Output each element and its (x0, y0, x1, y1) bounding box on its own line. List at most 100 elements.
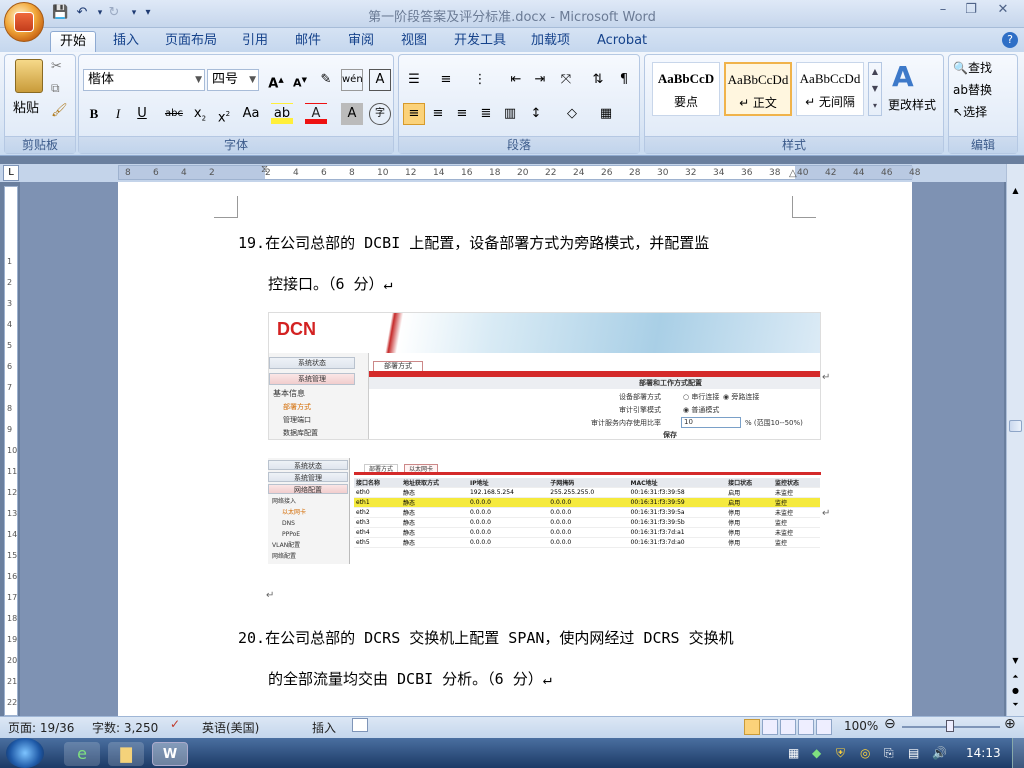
subscript-icon[interactable]: x2 (189, 103, 211, 125)
find-button[interactable]: 🔍查找 (953, 59, 992, 76)
shading-icon[interactable]: ◇ (561, 103, 583, 125)
macro-record-icon[interactable] (352, 718, 368, 732)
italic-icon[interactable]: I (107, 103, 129, 125)
browse-object-icon[interactable]: ● (1009, 686, 1022, 699)
word-taskbar-icon[interactable]: W (152, 742, 188, 766)
decrease-indent-icon[interactable]: ⇤ (505, 69, 527, 91)
tab-home[interactable]: 开始 (50, 31, 97, 52)
draft-icon[interactable] (816, 719, 832, 735)
full-screen-icon[interactable] (762, 719, 778, 735)
shield-icon[interactable]: ⛨ (836, 746, 845, 761)
tab-developer[interactable]: 开发工具 (445, 31, 515, 52)
office-button[interactable] (4, 2, 44, 42)
phonetic-guide-icon[interactable]: wén (341, 69, 363, 91)
justify-icon[interactable]: ≣ (475, 103, 497, 125)
tray-icon[interactable]: ⎘ (884, 746, 894, 761)
shrink-font-icon[interactable]: A▼ (289, 69, 311, 91)
style-no-spacing[interactable]: AaBbCcDd ↵ 无间隔 (796, 62, 864, 116)
tab-page-layout[interactable]: 页面布局 (156, 31, 226, 52)
minimize-button[interactable]: – (930, 2, 956, 20)
underline-icon[interactable]: U (131, 103, 153, 125)
tray-icon[interactable]: ▦ (788, 746, 799, 760)
insert-mode[interactable]: 插入 (312, 719, 336, 736)
outline-icon[interactable] (798, 719, 814, 735)
start-button-icon[interactable] (6, 738, 44, 768)
indent-marker-icon[interactable]: ⧖ (261, 164, 268, 175)
scroll-thumb[interactable] (1009, 420, 1022, 432)
change-styles-button[interactable]: 更改样式 (888, 96, 936, 113)
style-heading-point[interactable]: AaBbCcD 要点 (652, 62, 720, 116)
tab-review[interactable]: 审阅 (339, 31, 383, 52)
font-size-dropdown[interactable]: 四号 ▼ (207, 69, 259, 91)
multilevel-list-icon[interactable]: ⋮ (469, 69, 491, 91)
line-spacing-icon[interactable]: ↕ (525, 103, 547, 125)
clock[interactable]: 14:13 (966, 746, 1001, 760)
strikethrough-icon[interactable]: abc (163, 103, 185, 125)
scroll-up-icon[interactable]: ▲ (1009, 186, 1022, 199)
scroll-down-icon[interactable]: ▼ (1009, 656, 1022, 669)
page-count[interactable]: 页面: 19/36 (8, 719, 74, 736)
tab-references[interactable]: 引用 (233, 31, 277, 52)
proofing-icon[interactable]: ✓ (170, 717, 180, 731)
language-status[interactable]: 英语(美国) (202, 719, 259, 736)
explorer-icon[interactable]: ▇ (108, 742, 144, 766)
vertical-ruler[interactable]: 1 2 3 4 5 6 7 8 9 10 11 12 13 14 15 16 17 18 19 20 21 22 (4, 186, 18, 716)
tab-mailings[interactable]: 邮件 (286, 31, 330, 52)
zoom-thumb[interactable] (946, 720, 954, 732)
align-center-icon[interactable]: ≡ (427, 103, 449, 125)
help-icon[interactable]: ? (1002, 32, 1018, 48)
increase-indent-icon[interactable]: ⇥ (529, 69, 551, 91)
tab-addins[interactable]: 加载项 (522, 31, 579, 52)
tab-acrobat[interactable]: Acrobat (588, 31, 656, 52)
next-page-icon[interactable]: ⏷ (1009, 700, 1022, 713)
format-painter-icon[interactable]: 🖌 (51, 103, 68, 118)
bold-icon[interactable]: B (83, 103, 105, 125)
cut-icon[interactable]: ✂ (51, 59, 62, 74)
word-count[interactable]: 字数: 3,250 (92, 719, 158, 736)
style-normal[interactable]: AaBbCcDd ↵ 正文 (724, 62, 792, 116)
numbering-icon[interactable]: ≡ (435, 69, 457, 91)
horizontal-ruler[interactable]: 8 6 4 2 2 4 6 8 10 12 14 16 18 20 22 24 26 28 30 32 34 36 38 40… (118, 164, 920, 180)
right-indent-marker-icon[interactable]: △ (789, 168, 797, 179)
distributed-icon[interactable]: ▥ (499, 103, 521, 125)
tab-insert[interactable]: 插入 (104, 31, 148, 52)
bullets-icon[interactable]: ☰ (403, 69, 425, 91)
sort-icon[interactable]: ⇅ (587, 69, 609, 91)
align-right-icon[interactable]: ≡ (451, 103, 473, 125)
highlight-icon[interactable]: ab (271, 103, 293, 125)
superscript-icon[interactable]: x2 (213, 103, 235, 125)
close-button[interactable]: ✕ (988, 2, 1018, 20)
font-name-dropdown[interactable]: 楷体 ▼ (83, 69, 205, 91)
tab-view[interactable]: 视图 (392, 31, 436, 52)
show-marks-icon[interactable]: ¶ (613, 69, 635, 91)
print-layout-icon[interactable] (744, 719, 760, 735)
ie-icon[interactable]: e (64, 742, 100, 766)
restore-button[interactable]: ❐ (958, 2, 984, 20)
char-shading-icon[interactable]: A (341, 103, 363, 125)
font-color-icon[interactable]: A (305, 103, 327, 125)
change-case-icon[interactable]: Aa (237, 103, 265, 125)
paste-button[interactable]: 粘贴 (13, 97, 39, 116)
tray-icon[interactable]: ◆ (812, 746, 821, 760)
vertical-scrollbar[interactable]: ▲ ▼ ⏶ ● ⏷ (1006, 164, 1024, 716)
zoom-in-icon[interactable]: ⊕ (1004, 716, 1016, 732)
web-layout-icon[interactable] (780, 719, 796, 735)
chinese-layout-icon[interactable]: ⤧ (555, 69, 577, 91)
copy-icon[interactable]: ⧉ (51, 81, 60, 96)
enclose-char-icon[interactable]: 字 (369, 103, 391, 125)
zoom-level[interactable]: 100% (844, 719, 878, 733)
prev-page-icon[interactable]: ⏶ (1009, 672, 1022, 685)
char-border-icon[interactable]: A (369, 69, 391, 91)
tray-icon[interactable]: ◎ (860, 746, 870, 760)
clear-format-icon[interactable]: ✎ (315, 69, 337, 91)
show-desktop-button[interactable] (1012, 738, 1024, 768)
borders-icon[interactable]: ▦ (595, 103, 617, 125)
paste-icon[interactable] (15, 59, 43, 93)
change-styles-icon[interactable]: A (892, 60, 914, 93)
network-icon[interactable]: ▤ (908, 746, 919, 760)
styles-scroll[interactable]: ▲ ▼ ▾ (868, 62, 882, 116)
tab-selector-icon[interactable]: L (3, 165, 19, 181)
align-left-icon[interactable]: ≡ (403, 103, 425, 125)
zoom-out-icon[interactable]: ⊖ (884, 716, 896, 732)
grow-font-icon[interactable]: A▲ (265, 69, 287, 91)
